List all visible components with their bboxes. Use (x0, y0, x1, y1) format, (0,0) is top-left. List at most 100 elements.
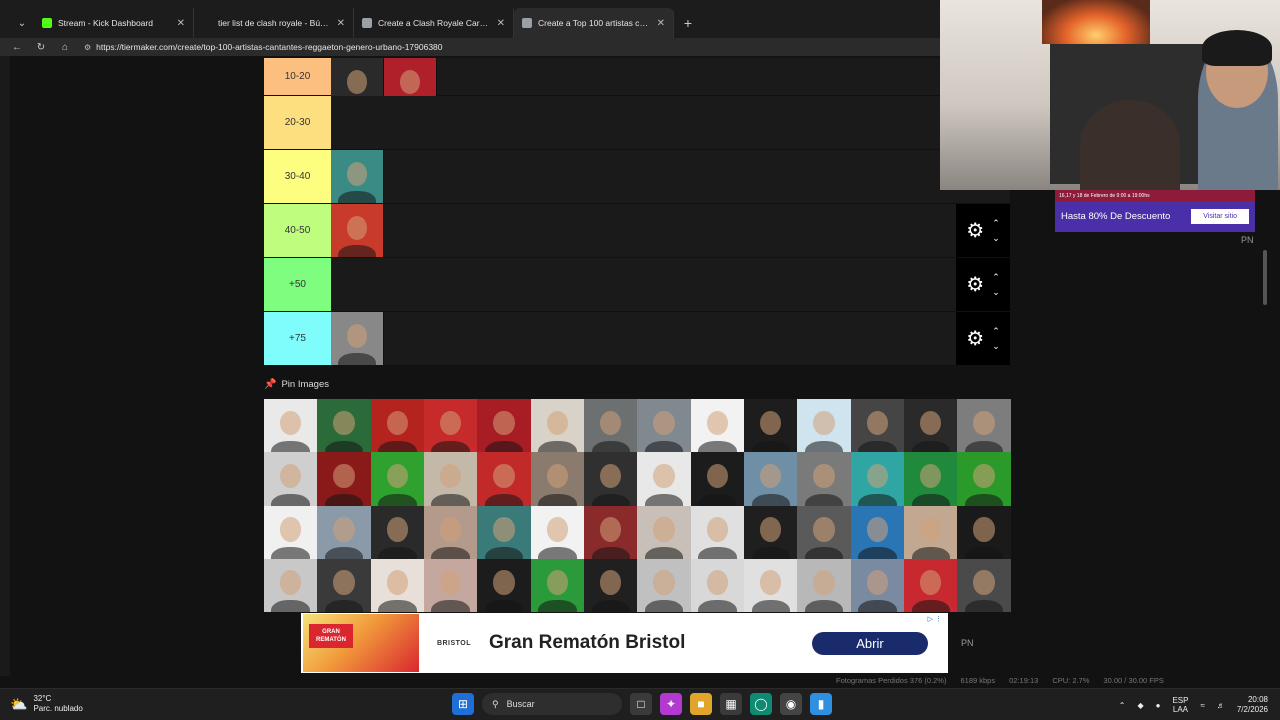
site-info-icon[interactable]: ⚙ (84, 43, 91, 52)
artist-image[interactable] (904, 399, 958, 453)
tier-items[interactable] (331, 258, 1010, 311)
artist-image[interactable] (744, 558, 798, 612)
tier-items[interactable] (331, 204, 1010, 257)
artist-image[interactable] (797, 399, 851, 453)
tier-label[interactable]: 20-30 (264, 96, 331, 149)
move-down-icon[interactable]: ⌄ (992, 341, 1000, 351)
artist-image[interactable] (530, 452, 585, 506)
back-icon[interactable]: ← (12, 42, 22, 53)
artist-image[interactable] (477, 505, 531, 559)
artist-image[interactable] (904, 452, 958, 506)
browser-tab[interactable]: Stream - Kick Dashboard ✕ (34, 8, 194, 38)
clock[interactable]: 20:08 7/2/2026 (1237, 695, 1268, 715)
tier-items[interactable] (331, 312, 1010, 365)
move-down-icon[interactable]: ⌄ (992, 233, 1000, 243)
artist-image[interactable] (690, 505, 745, 559)
ad-headline[interactable]: Gran Rematón Bristol (489, 632, 812, 654)
tier-label[interactable]: 30-40 (264, 150, 331, 203)
artist-image[interactable] (370, 399, 425, 453)
store-icon[interactable]: ▦ (720, 693, 742, 715)
copilot-icon[interactable]: ✦ (660, 693, 682, 715)
artist-image[interactable] (957, 558, 1011, 612)
tier-artist-image[interactable] (331, 312, 384, 365)
artist-image[interactable] (370, 452, 425, 506)
artist-image[interactable] (477, 558, 531, 612)
ad-image[interactable]: GRAN REMATÓN (303, 614, 419, 672)
edge-icon[interactable]: ◯ (750, 693, 772, 715)
tier-items[interactable] (331, 150, 1010, 203)
move-up-icon[interactable]: ⌃ (992, 218, 1000, 228)
artist-image[interactable] (797, 558, 851, 612)
move-down-icon[interactable]: ⌄ (992, 287, 1000, 297)
artist-image[interactable] (584, 452, 638, 506)
home-icon[interactable]: ⌂ (60, 42, 70, 53)
tier-artist-image[interactable] (331, 204, 384, 257)
artist-image[interactable] (264, 558, 318, 612)
artist-image[interactable] (264, 452, 318, 506)
task-view-icon[interactable]: □ (630, 693, 652, 715)
tray-chevron-icon[interactable]: ⌃ (1119, 701, 1126, 710)
tab-close-icon[interactable]: ✕ (177, 18, 185, 29)
weather-widget[interactable]: ⛅ 32°C Parc. nublado (10, 694, 83, 714)
artist-image[interactable] (690, 452, 745, 506)
artist-image[interactable] (957, 399, 1011, 453)
ad-open-button[interactable]: Abrir (812, 631, 928, 655)
artist-image[interactable] (850, 505, 905, 559)
artist-image[interactable] (584, 558, 638, 612)
artist-image[interactable] (477, 399, 531, 453)
pin-images-label[interactable]: 📌 Pin Images (264, 379, 329, 390)
artist-image[interactable] (637, 452, 691, 506)
artist-image[interactable] (424, 558, 478, 612)
artist-image[interactable] (530, 399, 585, 453)
tab-list-chevron-icon[interactable]: ⌄ (10, 8, 34, 38)
browser-tab[interactable]: Create a Top 100 artistas cantante ✕ (514, 8, 674, 38)
browser-tab[interactable]: tier list de clash royale - Búsqueda ✕ (194, 8, 354, 38)
artist-image[interactable] (744, 399, 798, 453)
artist-image[interactable] (637, 558, 691, 612)
artist-image[interactable] (264, 505, 318, 559)
tab-close-icon[interactable]: ✕ (337, 18, 345, 29)
browser-tab[interactable]: Create a Clash Royale Cards, Evos ✕ (354, 8, 514, 38)
artist-image[interactable] (957, 452, 1011, 506)
artist-image[interactable] (317, 452, 371, 506)
artist-image[interactable] (797, 452, 851, 506)
artist-image[interactable] (904, 505, 958, 559)
artist-image[interactable] (850, 452, 905, 506)
side-ad[interactable]: 16,17 y 18 de Febrero de 9:00 a 19:00hs … (1055, 190, 1255, 232)
artist-image[interactable] (530, 558, 585, 612)
obs-icon[interactable]: ◉ (780, 693, 802, 715)
tier-items[interactable] (331, 58, 1010, 111)
reload-icon[interactable]: ↻ (36, 42, 46, 53)
tab-close-icon[interactable]: ✕ (657, 18, 665, 29)
tier-label[interactable]: +50 (264, 258, 331, 311)
artist-image[interactable] (424, 399, 478, 453)
artist-image[interactable] (370, 505, 425, 559)
artist-image[interactable] (690, 399, 745, 453)
artist-image[interactable] (530, 505, 585, 559)
tab-close-icon[interactable]: ✕ (497, 18, 505, 29)
artist-image[interactable] (850, 558, 905, 612)
artist-image[interactable] (904, 558, 958, 612)
artist-image[interactable] (424, 452, 478, 506)
artist-image[interactable] (317, 505, 371, 559)
artist-image[interactable] (957, 505, 1011, 559)
gear-icon[interactable]: ⚙ (966, 326, 984, 351)
language-indicator[interactable]: ESP LAA (1172, 696, 1188, 714)
tier-label[interactable]: 10-20 (264, 58, 331, 95)
gear-icon[interactable]: ⚙ (966, 218, 984, 243)
artist-image[interactable] (584, 505, 638, 559)
artist-image[interactable] (317, 558, 371, 612)
artist-image[interactable] (690, 558, 745, 612)
artist-image[interactable] (744, 452, 798, 506)
artist-image[interactable] (637, 399, 691, 453)
artist-image[interactable] (850, 399, 905, 453)
ad-choices-icon[interactable]: ▷ ⋮ (928, 615, 942, 623)
move-up-icon[interactable]: ⌃ (992, 272, 1000, 282)
scrollbar-thumb[interactable] (1263, 250, 1267, 305)
wifi-icon[interactable]: ≈ (1200, 701, 1204, 710)
artist-image[interactable] (424, 505, 478, 559)
move-up-icon[interactable]: ⌃ (992, 326, 1000, 336)
side-ad-visit-button[interactable]: Visitar sitio (1191, 209, 1249, 224)
page-scrollbar[interactable] (1262, 250, 1268, 670)
artist-image[interactable] (264, 399, 318, 453)
